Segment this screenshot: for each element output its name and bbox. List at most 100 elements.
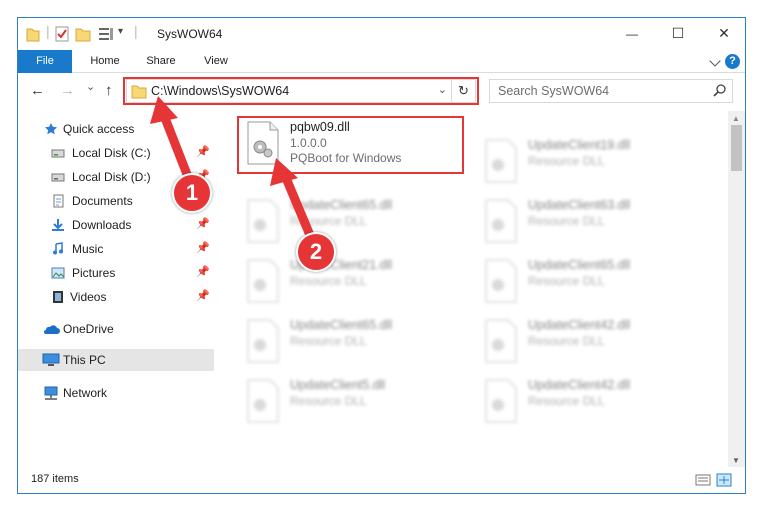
file-item[interactable]: UpdateClient5.dll Resource DLL <box>238 373 478 433</box>
scroll-up-icon[interactable]: ▲ <box>732 114 740 123</box>
pin-icon: 📌 <box>196 266 210 278</box>
tab-home[interactable]: Home <box>80 50 130 73</box>
sidebar-item-label: Quick access <box>63 122 135 136</box>
item-count: 187 items <box>31 473 79 485</box>
file-description: Resource DLL <box>290 394 367 408</box>
file-description: Resource DLL <box>290 214 367 228</box>
sidebar-item-pictures[interactable]: Pictures 📌 <box>18 262 214 284</box>
maximize-icon: ☐ <box>671 25 685 41</box>
dll-file-icon <box>247 199 279 243</box>
file-description: Resource DLL <box>290 334 367 348</box>
file-item[interactable]: UpdateClient21.dll Resource DLL <box>238 253 478 313</box>
dll-file-icon <box>247 259 279 303</box>
sidebar-item-label: Local Disk (C:) <box>72 146 151 160</box>
file-name: UpdateClient65.dll <box>290 318 393 332</box>
downloads-icon <box>52 219 64 231</box>
sidebar-item-label: Downloads <box>72 218 132 232</box>
file-description: Resource DLL <box>290 274 367 288</box>
back-button[interactable]: ← <box>30 82 45 99</box>
divider: | <box>134 23 138 39</box>
maximize-button[interactable]: ☐ <box>655 18 701 49</box>
recent-locations-button[interactable]: ⌄ <box>86 80 95 93</box>
pin-icon: 📌 <box>196 146 210 158</box>
tab-view[interactable]: View <box>192 50 240 73</box>
minimize-icon: — <box>626 26 638 41</box>
file-item[interactable]: UpdateClient19.dll Resource DLL <box>476 133 716 193</box>
star-icon <box>45 123 57 135</box>
title-bar: | ▾ | SysWOW64 — ☐ ✕ <box>18 18 745 50</box>
navigation-pane: Quick access Local Disk (C:) 📌 Local Dis… <box>18 114 214 468</box>
vertical-scrollbar[interactable]: ▲ ▼ <box>728 111 745 468</box>
sidebar-item-this-pc[interactable]: This PC <box>18 349 214 371</box>
window-title: SysWOW64 <box>157 27 223 41</box>
scroll-thumb[interactable] <box>731 125 742 171</box>
file-item[interactable]: UpdateClient42.dll Resource DLL <box>476 373 716 433</box>
search-input[interactable] <box>498 83 698 99</box>
file-name: UpdateClient19.dll <box>528 138 631 152</box>
documents-icon <box>53 194 64 208</box>
sidebar-item-music[interactable]: Music 📌 <box>18 238 214 260</box>
sidebar-item-local-disk-c[interactable]: Local Disk (C:) 📌 <box>18 142 214 164</box>
pin-icon: 📌 <box>196 290 210 302</box>
sidebar-item-label: Pictures <box>72 266 116 280</box>
minimize-button[interactable]: — <box>609 18 655 49</box>
file-item[interactable]: UpdateClient65.dll Resource DLL <box>476 253 716 313</box>
file-description: Resource DLL <box>528 394 605 408</box>
pin-icon: 📌 <box>196 218 210 230</box>
network-icon <box>44 386 58 400</box>
sidebar-item-onedrive[interactable]: OneDrive <box>18 318 214 340</box>
sidebar-item-downloads[interactable]: Downloads 📌 <box>18 214 214 236</box>
expand-ribbon-icon[interactable] <box>709 55 721 67</box>
file-name: UpdateClient63.dll <box>528 198 631 212</box>
file-description: Resource DLL <box>528 154 605 168</box>
search-icon[interactable] <box>713 84 726 97</box>
scroll-down-icon[interactable]: ▼ <box>732 456 740 465</box>
file-item[interactable]: UpdateClient65.dll Resource DLL <box>238 313 478 373</box>
file-name: UpdateClient42.dll <box>528 378 631 392</box>
tab-file[interactable]: File <box>18 50 72 73</box>
file-description: Resource DLL <box>528 334 605 348</box>
onedrive-icon <box>44 325 60 334</box>
step-badge-2: 2 <box>296 232 336 272</box>
divider: | <box>46 23 50 39</box>
forward-button[interactable]: → <box>60 82 75 99</box>
file-item[interactable]: UpdateClient65.dll Resource DLL <box>238 193 478 253</box>
sidebar-item-label: Music <box>72 242 104 256</box>
customize-icon[interactable] <box>98 26 114 42</box>
folder-icon <box>26 28 40 42</box>
sidebar-item-quick-access[interactable]: Quick access <box>18 118 214 140</box>
dll-file-icon <box>485 319 517 363</box>
file-item[interactable]: UpdateClient42.dll Resource DLL <box>476 313 716 373</box>
file-highlight-box <box>237 116 464 174</box>
file-description: Resource DLL <box>528 214 605 228</box>
file-item[interactable]: UpdateClient63.dll Resource DLL <box>476 193 716 253</box>
sidebar-item-network[interactable]: Network <box>18 382 214 404</box>
file-name: UpdateClient65.dll <box>290 198 393 212</box>
sidebar-item-label: Local Disk (D:) <box>72 170 151 184</box>
dll-file-icon <box>485 199 517 243</box>
up-button[interactable]: ↑ <box>105 82 113 99</box>
search-box[interactable] <box>489 79 733 103</box>
dll-file-icon <box>247 379 279 423</box>
pin-icon: 📌 <box>196 242 210 254</box>
qa-dropdown-icon[interactable]: ▾ <box>118 26 123 37</box>
drive-icon <box>51 149 65 158</box>
view-toggle-icons[interactable] <box>695 473 735 487</box>
properties-icon[interactable] <box>55 26 69 42</box>
sidebar-item-videos[interactable]: Videos 📌 <box>18 286 214 308</box>
close-icon: ✕ <box>718 25 730 41</box>
sidebar-item-label: Videos <box>70 290 107 304</box>
help-icon[interactable]: ? <box>725 54 740 69</box>
address-row: ← → ⌄ ↑ C:\Windows\SysWOW64 ⌄ ↻ <box>18 74 745 108</box>
file-explorer-window: | ▾ | SysWOW64 — ☐ ✕ File Home Share Vie… <box>17 17 746 494</box>
tab-share[interactable]: Share <box>136 50 186 73</box>
dll-file-icon <box>485 259 517 303</box>
sidebar-item-label: This PC <box>63 353 106 367</box>
step-badge-1: 1 <box>172 173 212 213</box>
status-bar: 187 items <box>18 467 745 493</box>
videos-icon <box>53 291 63 303</box>
new-folder-icon[interactable] <box>75 26 91 42</box>
dll-file-icon <box>485 139 517 183</box>
file-name: UpdateClient65.dll <box>528 258 631 272</box>
close-button[interactable]: ✕ <box>701 18 745 49</box>
